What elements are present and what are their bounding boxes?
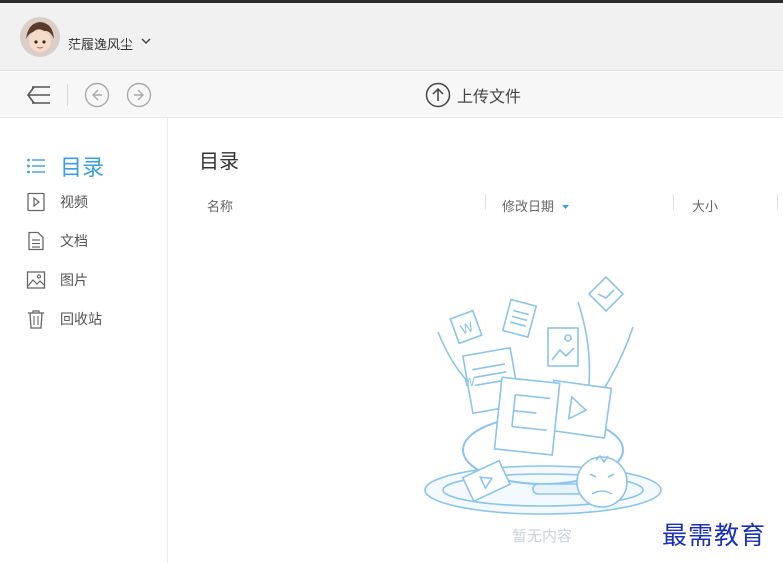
upload-icon <box>425 82 451 108</box>
toolbar <box>0 72 783 118</box>
document-icon <box>28 231 44 251</box>
video-icon <box>27 192 45 212</box>
image-icon <box>26 271 46 289</box>
empty-state-illustration-icon: W W <box>424 275 662 515</box>
toolbar-divider <box>67 84 68 106</box>
column-header-modified[interactable]: 修改日期 <box>502 196 570 215</box>
upload-button[interactable]: 上传文件 <box>425 82 521 108</box>
sidebar-item-label: 回收站 <box>60 312 102 328</box>
sidebar <box>0 118 168 563</box>
empty-state-text: 暂无内容 <box>512 527 573 545</box>
sidebar-item-label: 视频 <box>60 195 88 211</box>
chevron-down-icon[interactable] <box>140 35 152 47</box>
column-header-label: 修改日期 <box>502 200 555 215</box>
watermark: 最需教育 <box>662 521 767 550</box>
back-arrow-icon[interactable] <box>84 82 110 108</box>
sidebar-item-label: 图片 <box>60 273 88 289</box>
sidebar-item-images[interactable]: 图片 <box>26 270 88 290</box>
column-header-size[interactable]: 大小 <box>692 196 718 215</box>
username[interactable]: 茫履逸风尘 <box>68 34 133 53</box>
avatar[interactable] <box>20 17 60 57</box>
column-divider[interactable] <box>777 194 778 210</box>
trash-icon <box>28 310 44 329</box>
app-header: 茫履逸风尘 <box>0 3 783 71</box>
sidebar-item-video[interactable]: 视频 <box>26 192 88 212</box>
sidebar-item-recycle-bin[interactable]: 回收站 <box>26 309 102 329</box>
sidebar-item-directory[interactable]: 目录 <box>26 150 104 182</box>
upload-label: 上传文件 <box>457 87 522 106</box>
forward-arrow-icon[interactable] <box>126 82 152 108</box>
column-divider[interactable] <box>673 194 674 210</box>
sidebar-item-documents[interactable]: 文档 <box>26 231 88 251</box>
svg-text:W: W <box>464 376 475 389</box>
collapse-sidebar-icon[interactable] <box>26 83 52 107</box>
avatar-image <box>20 17 60 57</box>
sidebar-item-label: 目录 <box>60 156 105 181</box>
column-header-name[interactable]: 名称 <box>207 196 233 215</box>
column-divider[interactable] <box>485 194 486 210</box>
page-title: 目录 <box>199 149 239 173</box>
list-icon <box>27 158 45 174</box>
sidebar-item-label: 文档 <box>60 234 88 250</box>
sort-down-icon <box>562 205 570 209</box>
